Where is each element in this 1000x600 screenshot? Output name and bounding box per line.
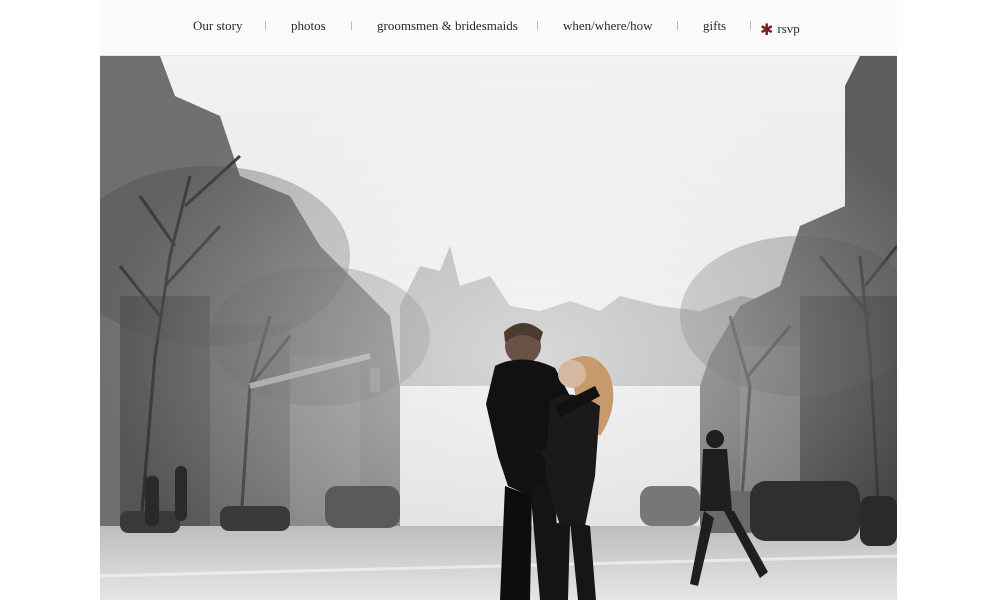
hero-photo: [100, 56, 897, 600]
nav-item-our-story[interactable]: Our story: [193, 18, 242, 34]
nav-separator: [537, 21, 538, 30]
hero-photo-illustration: [100, 56, 897, 600]
nav-separator: [750, 21, 751, 30]
asterisk-icon: ✱: [760, 22, 774, 39]
nav-separator: [265, 21, 266, 30]
nav-separator: [677, 21, 678, 30]
nav-item-rsvp[interactable]: ✱ rsvp: [760, 18, 800, 39]
nav-item-rsvp-label: rsvp: [777, 21, 800, 36]
page: Our story photos groomsmen & bridesmaids…: [0, 0, 1000, 600]
nav-item-when-where-how[interactable]: when/where/how: [563, 18, 653, 34]
nav-item-gifts[interactable]: gifts: [703, 18, 726, 34]
nav-item-groomsmen-bridesmaids[interactable]: groomsmen & bridesmaids: [377, 18, 518, 34]
nav-item-photos[interactable]: photos: [291, 18, 326, 34]
top-nav: Our story photos groomsmen & bridesmaids…: [100, 0, 897, 56]
nav-separator: [351, 21, 352, 30]
